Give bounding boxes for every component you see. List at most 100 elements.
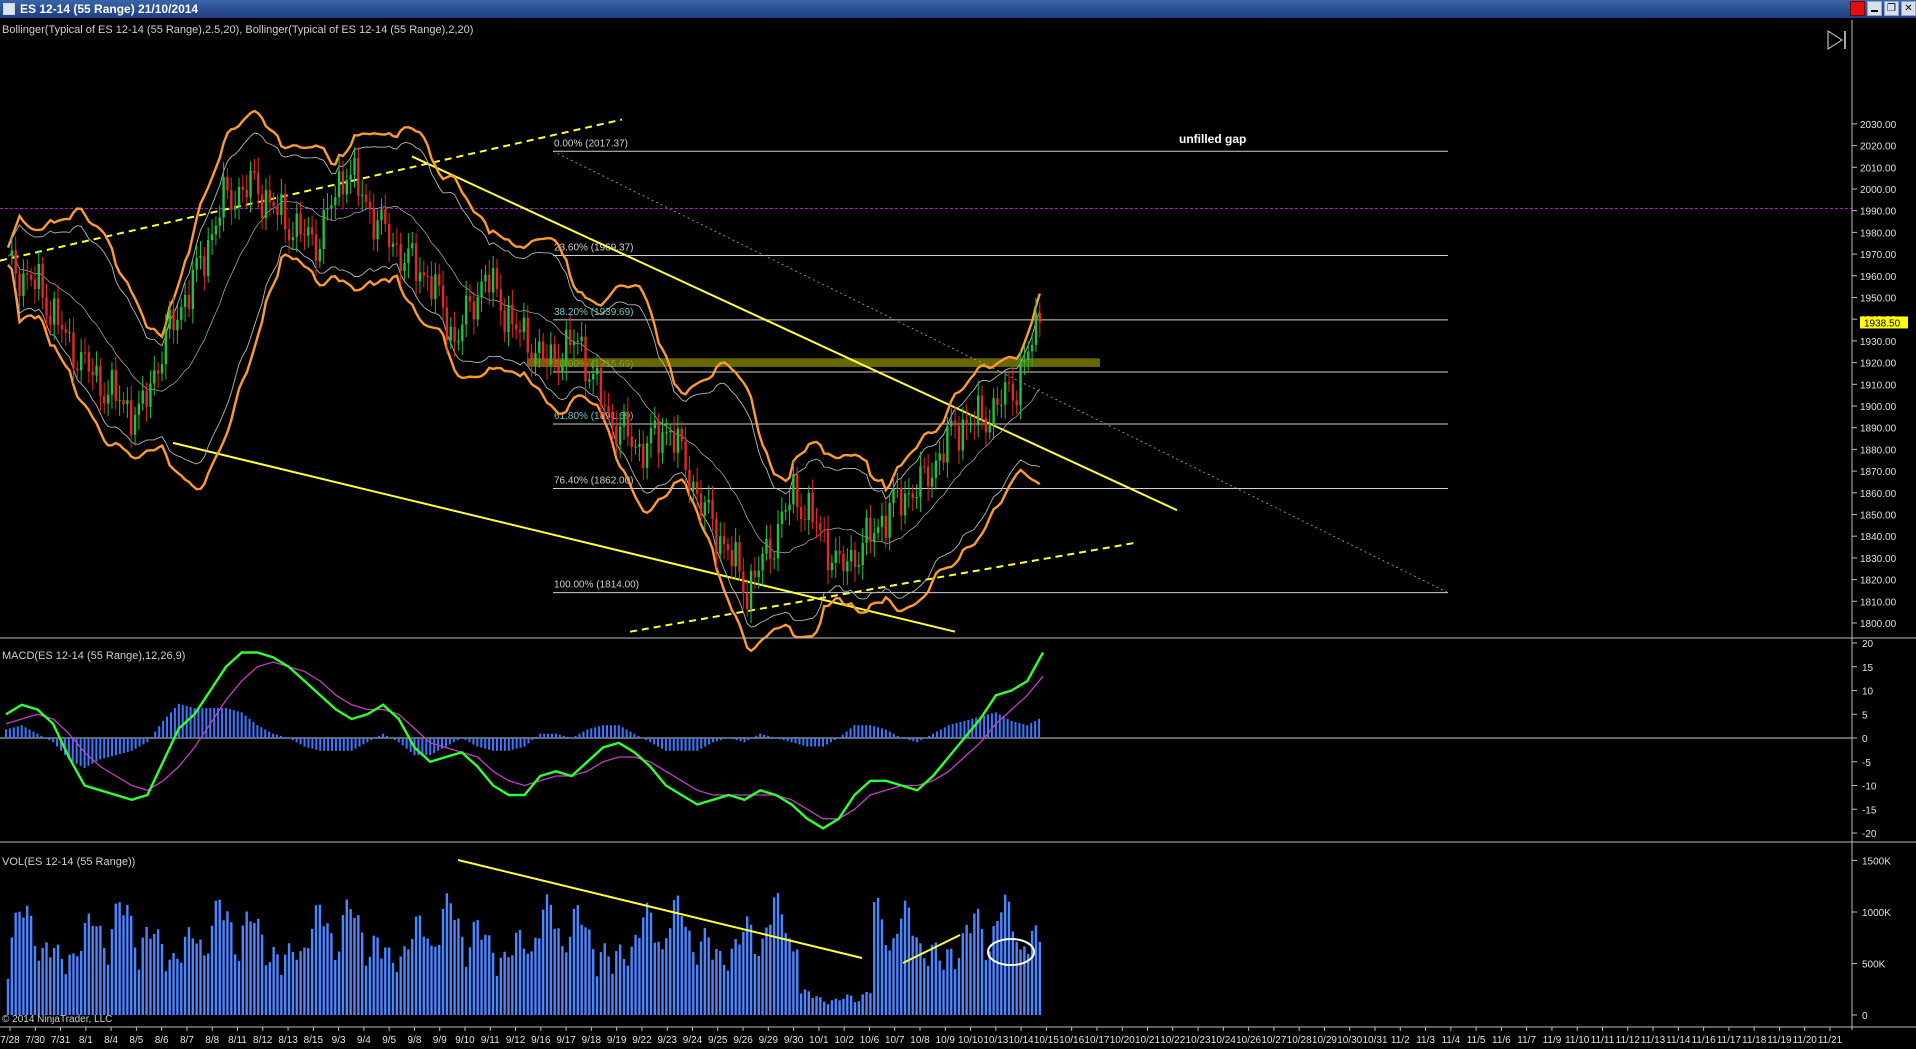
candle [395,228,399,258]
volume-bar [1007,901,1011,1015]
macd-histogram-bar [837,738,840,739]
candle-body [869,517,872,543]
close-button[interactable]: ✕ [1901,1,1916,16]
volume-bar [18,911,21,1015]
play-to-end-icon[interactable] [1827,30,1846,50]
candle [22,259,25,307]
restore-button[interactable]: ❐ [1884,1,1899,16]
candle-body [87,352,91,372]
candle [253,158,256,180]
macd-histogram-bar [708,738,711,745]
candle-body [172,309,175,331]
macd-histogram-bar [719,738,722,741]
candle-body [518,329,522,333]
macd-tick-label: 5 [1862,710,1868,721]
volume-bar [195,943,198,1015]
candle [838,536,841,564]
candle [110,362,114,409]
price-tick-label: 1900.00 [1860,402,1897,413]
volume-bar [280,974,283,1015]
macd-histogram-bar [853,725,856,738]
volume-bar [426,938,429,1015]
volume-bar [207,953,210,1015]
x-tick-label: 11/4 [1441,1035,1460,1046]
candle [334,185,337,220]
macd-histogram-bar [786,738,789,742]
macd-histogram-bar [806,738,809,747]
window-title: ES 12-14 (55 Range) 21/10/2014 [20,2,199,16]
candle [106,380,110,417]
volume-bar [880,919,884,1015]
x-tick-label: 7/30 [26,1035,46,1046]
volume-bar [430,945,433,1015]
candle [661,417,664,464]
volume-bar [792,951,795,1015]
volume-bar [268,962,271,1015]
candle-body [376,220,379,240]
candle [230,177,233,225]
candle [160,351,164,382]
last-price-label: 1938.50 [1864,318,1901,329]
candle-body [53,298,56,325]
chart-area[interactable]: 0.00% (2017.37) 23.60% (1969.37) 38.20% (1… [0,18,1916,1049]
volume-bar [838,1000,841,1015]
candle-body [823,530,826,532]
x-tick-label: 8/5 [129,1035,143,1046]
macd-histogram-bar [959,721,962,738]
macd-histogram-bar [558,734,561,738]
volume-bar [326,923,329,1015]
volume-bar [318,904,322,1015]
volume-bar [826,1004,830,1015]
candle [472,291,476,335]
candle-body [534,353,537,365]
candle-body [168,309,171,330]
volume-bar [310,928,314,1015]
candle-body [280,193,283,216]
candle-body [953,420,957,426]
macd-histogram-bar [845,731,848,738]
x-tick-label: 9/17 [556,1035,576,1046]
candle-body [1000,404,1003,406]
candle-body [441,285,445,308]
volume-bar [869,993,872,1015]
macd-histogram-bar [880,728,883,738]
candle-body [819,523,822,531]
volume-bar [661,949,664,1015]
candle [642,430,645,481]
volume-bar [873,902,876,1015]
candle-body [541,341,545,360]
x-tick-label: 10/15 [1034,1035,1059,1046]
volume-bar [64,974,67,1015]
candle-body [903,493,907,516]
volume-bar [53,948,56,1015]
candle-body [488,274,491,293]
candle [807,485,810,535]
candle-body [730,550,733,567]
minimize-button[interactable] [1867,1,1882,16]
red-square-button[interactable] [1850,1,1865,16]
candle-body [414,243,418,282]
candle [434,262,437,315]
candle-body [642,443,645,469]
candle-body [711,499,714,519]
x-tick-label: 11/21 [1818,1035,1843,1046]
candle [730,536,733,580]
x-tick-label: 11/5 [1467,1035,1486,1046]
candle [345,168,348,204]
candle [526,305,529,368]
macd-histogram-bar [496,738,499,751]
macd-histogram-bar [36,733,39,738]
candle-body [76,368,79,371]
candle-body [561,365,564,372]
candle [892,476,895,518]
candle [199,241,202,270]
x-tick-label: 8/4 [104,1035,118,1046]
candle-body [692,481,695,491]
x-tick-label: 10/17 [1084,1035,1109,1046]
candle [707,485,710,514]
volume-bar [938,960,941,1015]
candle-body [757,570,760,578]
volume-bar [291,951,295,1015]
candle [926,454,930,502]
volume-bar [160,943,164,1015]
